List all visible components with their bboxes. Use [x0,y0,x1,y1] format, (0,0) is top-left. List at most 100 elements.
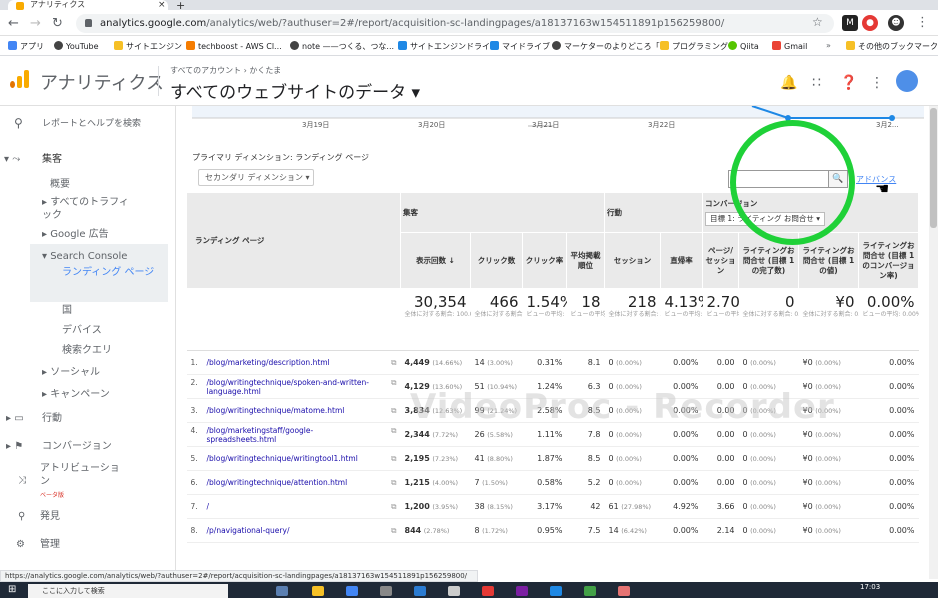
flag-icon: ▸ ⚑ [6,441,24,452]
sidebar-item-acquisition[interactable]: 集客 [42,153,62,166]
sidebar-item-admin[interactable]: 管理 [40,538,60,551]
account-breadcrumb[interactable]: すべてのアカウント › かくたま [170,65,281,76]
landing-page-link[interactable]: 4./blog/marketingstaff/google-spreadshee… [186,422,401,447]
sidebar-item-behavior[interactable]: 行動 [42,412,62,425]
open-page-icon[interactable]: ⧉ [391,502,396,511]
sidebar-item-conversions[interactable]: コンバージョン [42,440,112,453]
col-clicks[interactable]: クリック数 [470,232,523,289]
sidebar-item-attribution[interactable]: アトリビューション [40,462,128,488]
taskbar-word-icon[interactable] [414,586,426,596]
bookmark-drive[interactable]: サイトエンジンドライブ [398,41,498,52]
taskbar-chrome-icon[interactable] [346,586,358,596]
secondary-dimension-select[interactable]: セカンダリ ディメンション ▾ [198,169,314,186]
col-ctr[interactable]: クリック率 [522,232,567,289]
open-page-icon[interactable]: ⧉ [391,478,396,487]
taskbar-app-icon[interactable] [276,586,288,596]
table-row[interactable]: 7. / ⧉ 1,200 (3.95%) 38 (8.15%) 3.17% 42 61 (27… [186,494,919,519]
bookmark-mydrive[interactable]: マイドライブ [490,41,550,52]
scrollbar[interactable] [929,106,938,579]
landing-page-link[interactable]: 1./blog/marketing/description.html ⧉ [186,350,401,375]
sidebar-item-social[interactable]: ▸ ソーシャル [42,366,100,379]
avatar[interactable] [896,70,918,92]
landing-page-link[interactable]: 6./blog/writingtechnique/attention.html ⧉ [186,470,401,495]
sidebar-item-google-ads[interactable]: ▸ Google 広告 [42,228,109,241]
sidebar-item-landing-pages[interactable]: ランディング ページ [62,266,162,279]
sidebar-item-all-traffic[interactable]: ▸ すべてのトラフィック [42,196,132,222]
bookmark-marketer[interactable]: マーケターのよりどころ「I... [552,41,670,52]
bookmark-apps[interactable]: アプリ [8,41,44,52]
taskbar-app-icon[interactable] [516,586,528,596]
chrome-menu-icon[interactable]: ⋮ [916,15,929,30]
col-pages-per-session[interactable]: ページ/セッション [702,232,739,289]
table-row[interactable]: 6./blog/writingtechnique/attention.html ⧉… [186,470,919,495]
search-icon[interactable]: ⚲ [14,117,23,130]
taskbar-app-icon[interactable] [584,586,596,596]
sidebar-item-discover[interactable]: 発見 [40,510,60,523]
bookmark-overflow-icon[interactable]: » [826,41,831,50]
open-page-icon[interactable]: ⧉ [391,426,396,435]
analytics-logo-icon[interactable] [10,70,30,88]
url-field[interactable]: analytics.google.com/analytics/web/?auth… [76,14,834,33]
reload-icon[interactable]: ↻ [52,16,63,31]
table-row[interactable]: 1./blog/marketing/description.html ⧉ 4,449… [186,350,919,375]
bookmark-note[interactable]: note ——つくる、つな... [290,41,394,52]
url-host: analytics.google.com [100,18,207,29]
col-goal-rate[interactable]: ライティングお問合せ (目標 1 のコンバージョン率) [858,232,919,289]
landing-page-link[interactable]: 2./blog/writingtechnique/spoken-and-writ… [186,374,401,399]
col-sessions[interactable]: セッション [604,232,661,289]
view-selector[interactable]: すべてのウェブサイトのデータ ▾ [170,78,420,103]
more-icon[interactable]: ⋮ [870,75,884,91]
table-cell: 0.00% [858,374,919,399]
taskbar-app-icon[interactable] [550,586,562,596]
open-page-icon[interactable]: ⧉ [391,406,396,415]
taskbar-search[interactable]: ここに入力して検索 [28,584,228,598]
taskbar-app-icon[interactable] [448,586,460,596]
col-avg-position[interactable]: 平均掲載順位 [566,232,605,289]
star-icon[interactable]: ☆ [812,15,823,29]
help-icon[interactable]: ❓ [840,75,857,91]
sidebar-item-campaigns[interactable]: ▸ キャンペーン [42,388,110,401]
bookmark-gmail[interactable]: Gmail [772,41,807,51]
open-page-icon[interactable]: ⧉ [391,378,396,387]
extension-icon[interactable]: M [842,15,858,31]
landing-page-link[interactable]: 3./blog/writingtechnique/matome.html ⧉ [186,398,401,423]
browser-tab[interactable]: アナリティクス × [8,0,168,10]
windows-start-icon[interactable]: ⊞ [8,584,16,595]
open-page-icon[interactable]: ⧉ [391,358,396,367]
sidebar-item-queries[interactable]: 検索クエリ [62,344,112,357]
extension-red-icon[interactable]: ● [862,15,878,31]
close-tab-icon[interactable]: × [158,0,166,10]
col-bounce-rate[interactable]: 直帰率 [660,232,703,289]
forward-icon[interactable]: → [30,16,41,31]
landing-page-link[interactable]: 8./p/navigational-query/⧉ [186,518,401,543]
bookmark-youtube[interactable]: YouTube [54,41,99,51]
apps-grid-icon[interactable]: ∷ [812,75,821,91]
open-page-icon[interactable]: ⧉ [391,526,396,535]
bookmark-other[interactable]: その他のブックマーク [846,41,938,52]
profile-icon[interactable]: ☻ [888,15,904,31]
sidebar-item-search-console[interactable]: ▾ Search Console [42,250,127,263]
landing-page-link[interactable]: 7. / ⧉ [186,494,401,519]
taskbar-folder-icon[interactable] [312,586,324,596]
bookmark-qiita[interactable]: Qiita [728,41,759,51]
col-impressions[interactable]: 表示回数 ↓ [400,232,471,289]
taskbar-app-icon[interactable] [380,586,392,596]
back-icon[interactable]: ← [8,16,19,31]
taskbar-app-icon[interactable] [618,586,630,596]
landing-page-header[interactable]: ランディング ページ [186,192,401,289]
table-row[interactable]: 5./blog/writingtechnique/writingtool1.ht… [186,446,919,471]
scrollbar-thumb[interactable] [930,108,937,228]
table-row[interactable]: 8./p/navigational-query/⧉ 844 (2.78%) 8 (1… [186,518,919,543]
taskbar-app-icon[interactable] [482,586,494,596]
sidebar-search[interactable]: レポートとヘルプを検索 [42,118,141,131]
bookmark-folder[interactable]: サイトエンジン [114,41,182,52]
sidebar-item-devices[interactable]: デバイス [62,324,102,337]
landing-page-link[interactable]: 5./blog/writingtechnique/writingtool1.ht… [186,446,401,471]
bookmark-techboost[interactable]: techboost - AWS Cl... [186,41,282,51]
bookmark-programming[interactable]: プログラミング [660,41,728,52]
sidebar-item-overview[interactable]: 概要 [50,178,70,191]
sidebar-item-countries[interactable]: 国 [62,304,72,317]
notifications-icon[interactable]: 🔔 [780,75,797,91]
open-page-icon[interactable]: ⧉ [391,454,396,463]
table-cell: 8.1 [566,350,605,375]
